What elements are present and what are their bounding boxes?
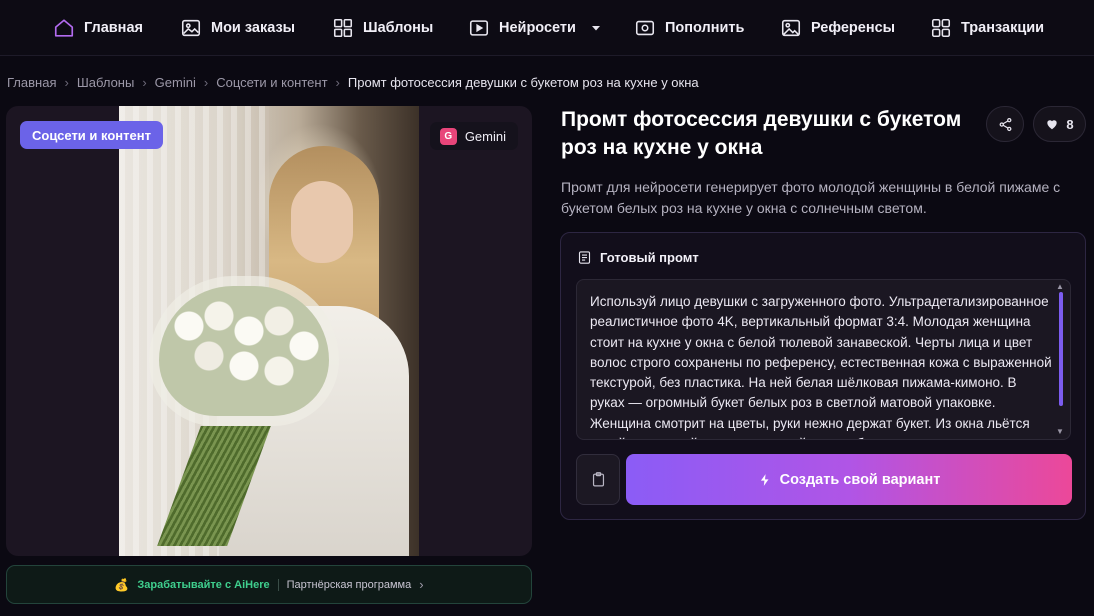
breadcrumb: Главная › Шаблоны › Gemini › Соцсети и к… <box>7 73 699 91</box>
share-button[interactable] <box>986 106 1024 142</box>
heart-icon <box>1045 117 1059 131</box>
prompt-heading: Готовый промт <box>600 249 699 265</box>
affiliate-earn-text: Зарабатывайте с AiHere <box>137 578 270 591</box>
home-icon <box>53 17 75 39</box>
chevron-right-icon: › <box>335 74 340 90</box>
breadcrumb-category[interactable]: Соцсети и контент <box>216 75 327 90</box>
breadcrumb-templates[interactable]: Шаблоны <box>77 75 135 90</box>
nav-item-references[interactable]: Референсы <box>780 14 895 42</box>
nav-item-label: Главная <box>84 20 143 36</box>
nav-item-neural-networks[interactable]: Нейросети <box>468 14 601 42</box>
lightning-icon <box>758 473 772 487</box>
copy-button[interactable] <box>576 454 620 505</box>
scroll-down-icon[interactable]: ▼ <box>1055 427 1065 437</box>
scroll-up-icon[interactable]: ▲ <box>1055 282 1065 292</box>
model-name: Gemini <box>464 128 506 144</box>
nav-item-transactions[interactable]: Транзакции <box>930 14 1044 42</box>
nav-item-templates[interactable]: Шаблоны <box>332 14 433 42</box>
category-tag[interactable]: Соцсети и контент <box>20 121 163 149</box>
affiliate-program-text: Партнёрская программа <box>286 578 412 591</box>
grid-icon <box>332 17 354 39</box>
nav-item-label: Мои заказы <box>211 20 296 36</box>
like-count: 8 <box>1066 116 1074 132</box>
product-description: Промт для нейросети генерирует фото моло… <box>561 179 1061 216</box>
grid-icon <box>930 17 952 39</box>
preview-photo[interactable] <box>119 106 419 556</box>
prompt-header: Готовый промт <box>577 248 699 266</box>
photo-face <box>291 181 353 263</box>
prompt-card: Готовый промт Используй лицо девушки с з… <box>560 232 1086 520</box>
document-icon <box>577 250 592 265</box>
breadcrumb-home[interactable]: Главная <box>7 75 56 90</box>
nav-item-home[interactable]: Главная <box>53 14 143 42</box>
photo-bouquet <box>159 286 329 416</box>
model-tag: G Gemini <box>429 122 518 150</box>
chevron-right-icon: › <box>419 577 424 592</box>
clipboard-icon <box>590 471 607 488</box>
nav-item-label: Пополнить <box>665 20 745 36</box>
affiliate-banner[interactable]: 💰 Зарабатывайте с AiHere Партнёрская про… <box>6 565 532 604</box>
scrollbar-thumb[interactable] <box>1059 292 1063 406</box>
nav-item-top-up[interactable]: Пополнить <box>634 14 744 42</box>
nav-item-label: Шаблоны <box>363 20 434 36</box>
divider <box>277 578 279 591</box>
create-variant-label: Создать свой вариант <box>779 471 941 488</box>
prompt-text: Используй лицо девушки с загруженного фо… <box>590 294 1052 439</box>
prompt-textarea[interactable]: Используй лицо девушки с загруженного фо… <box>576 279 1071 440</box>
share-icon <box>998 117 1013 132</box>
wallet-icon <box>634 17 656 39</box>
page-title: Промт фотосессия девушки с букетом роз н… <box>561 108 962 159</box>
like-button[interactable]: 8 <box>1033 106 1086 142</box>
breadcrumb-gemini[interactable]: Gemini <box>155 75 196 90</box>
picture-icon <box>780 17 802 39</box>
nav-item-label: Нейросети <box>499 20 576 36</box>
breadcrumb-current: Промт фотосессия девушки с букетом роз н… <box>347 74 699 90</box>
play-icon <box>468 17 490 39</box>
nav-item-label: Транзакции <box>961 20 1045 36</box>
money-bag-icon: 💰 <box>114 577 130 592</box>
gemini-logo-icon: G <box>439 127 457 145</box>
chevron-right-icon: › <box>203 74 209 90</box>
caret-down-icon <box>591 23 601 33</box>
nav-item-label: Референсы <box>811 20 896 36</box>
chevron-right-icon: › <box>142 74 147 90</box>
nav-item-orders[interactable]: Мои заказы <box>180 14 295 42</box>
image-icon <box>180 17 202 39</box>
top-navigation: Главная Мои заказы Шаблоны Нейросети Поп… <box>0 0 1094 56</box>
create-variant-button[interactable]: Создать свой вариант <box>626 454 1072 505</box>
preview-image-card: Соцсети и контент G Gemini <box>6 106 532 556</box>
chevron-right-icon: › <box>64 74 69 90</box>
